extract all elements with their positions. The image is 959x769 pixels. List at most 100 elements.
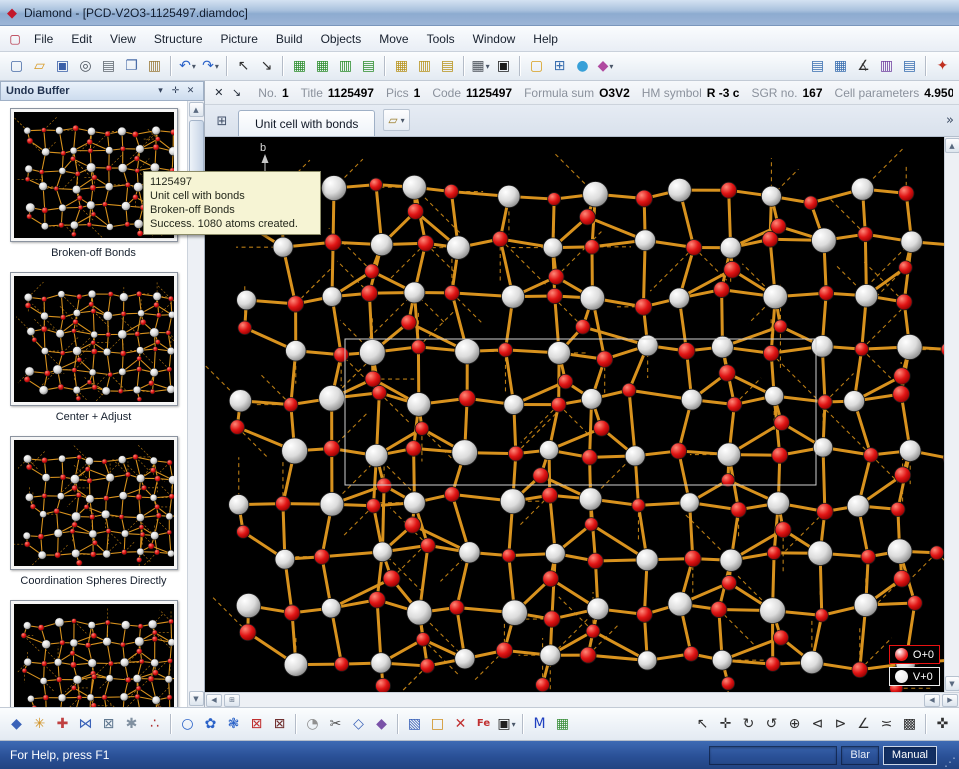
- redo-icon[interactable]: ↷▾: [199, 55, 222, 77]
- undo-thumbnail[interactable]: [10, 272, 178, 406]
- cell-edges-icon[interactable]: □: [426, 713, 449, 735]
- menu-help[interactable]: Help: [524, 28, 567, 50]
- walk-icon[interactable]: ✜: [931, 713, 954, 735]
- menu-edit[interactable]: Edit: [62, 28, 101, 50]
- menu-structure[interactable]: Structure: [145, 28, 212, 50]
- build-molecule-icon[interactable]: ◆: [5, 713, 28, 735]
- scroll-down-icon[interactable]: ▼: [189, 691, 204, 706]
- save-icon[interactable]: ▣: [51, 55, 74, 77]
- sphere-view-icon[interactable]: ●: [571, 55, 594, 77]
- undo-buffer-item[interactable]: [0, 600, 187, 707]
- destroy-all-icon[interactable]: ⊠: [268, 713, 291, 735]
- perspective-icon[interactable]: ▩: [898, 713, 921, 735]
- new-document-icon[interactable]: ▢: [5, 55, 28, 77]
- undo-thumbnail[interactable]: [10, 436, 178, 570]
- canvas-hscrollbar[interactable]: ◀ ⊞ ◀ ▶: [205, 692, 959, 707]
- data-brief-icon[interactable]: ▦: [311, 55, 334, 77]
- goto-structure-icon[interactable]: ↘: [229, 84, 245, 101]
- dropdown-arrow-icon[interactable]: ▾: [512, 720, 516, 729]
- scroll-left-icon[interactable]: ◀: [924, 694, 940, 707]
- coordination-sphere-icon[interactable]: ○: [176, 713, 199, 735]
- tile-views-icon[interactable]: ⊞: [212, 111, 232, 131]
- report-icon[interactable]: ▤: [806, 55, 829, 77]
- split-view-icon[interactable]: ⊞: [548, 55, 571, 77]
- cell-box-icon[interactable]: ▧: [403, 713, 426, 735]
- select-pointer-icon[interactable]: ↖: [691, 713, 714, 735]
- scroll-up-icon[interactable]: ▲: [189, 102, 204, 117]
- table-view-icon[interactable]: ▦: [551, 713, 574, 735]
- data-sheet-icon[interactable]: ▥: [334, 55, 357, 77]
- zoom-out-icon[interactable]: ⊲: [806, 713, 829, 735]
- scroll-down-icon[interactable]: ▼: [945, 676, 959, 691]
- dropdown-arrow-icon[interactable]: ▾: [215, 62, 219, 71]
- data-table-icon[interactable]: ▦: [288, 55, 311, 77]
- undo-icon[interactable]: ↶▾: [176, 55, 199, 77]
- rotate-xyz-icon[interactable]: ⊕: [783, 713, 806, 735]
- network-icon[interactable]: ❃: [222, 713, 245, 735]
- menu-move[interactable]: Move: [370, 28, 417, 50]
- pin-icon[interactable]: ✛: [168, 84, 183, 98]
- parameter-list-icon[interactable]: ▤: [436, 55, 459, 77]
- move-icon[interactable]: ✛: [714, 713, 737, 735]
- add-all-atoms-icon[interactable]: ✳: [28, 713, 51, 735]
- dropdown-arrow-icon[interactable]: ▾: [609, 62, 613, 71]
- add-atom-icon[interactable]: ✚: [51, 713, 74, 735]
- remove-cell-icon[interactable]: ✕: [449, 713, 472, 735]
- create-bonds-icon[interactable]: ⋈: [74, 713, 97, 735]
- slab-icon[interactable]: ◔: [301, 713, 324, 735]
- status-cell-manual[interactable]: Manual: [883, 746, 937, 765]
- paste-icon[interactable]: ▥: [143, 55, 166, 77]
- polyhedra-filled-icon[interactable]: ◆: [370, 713, 393, 735]
- close-icon[interactable]: ✕: [183, 84, 198, 98]
- distances-table-icon[interactable]: ▦: [829, 55, 852, 77]
- chevron-down-icon[interactable]: ▾: [153, 84, 168, 98]
- render-mode-icon[interactable]: ◆▾: [594, 55, 617, 77]
- canvas-vscrollbar[interactable]: ▲ ▼: [944, 137, 959, 692]
- resize-grip-icon[interactable]: ⋰: [941, 741, 959, 769]
- data-list-icon[interactable]: ▤: [357, 55, 380, 77]
- menu-picture[interactable]: Picture: [212, 28, 267, 50]
- measure-angle-icon[interactable]: ∠: [852, 713, 875, 735]
- print-icon[interactable]: ▤: [97, 55, 120, 77]
- menu-tools[interactable]: Tools: [418, 28, 464, 50]
- open-icon[interactable]: ▱: [28, 55, 51, 77]
- scroll-right-icon[interactable]: ▶: [942, 694, 958, 707]
- undo-buffer-item[interactable]: Coordination Spheres Directly: [0, 436, 187, 587]
- rotate-ccw-icon[interactable]: ↺: [760, 713, 783, 735]
- measure-icon[interactable]: M: [528, 713, 551, 735]
- destroy-icon[interactable]: ⊠: [245, 713, 268, 735]
- powder-pattern-icon[interactable]: ▥: [875, 55, 898, 77]
- scroll-up-icon[interactable]: ▲: [945, 138, 959, 153]
- dropdown-arrow-icon[interactable]: ▾: [486, 62, 490, 71]
- menu-window[interactable]: Window: [464, 28, 525, 50]
- polyhedra-icon[interactable]: ◇: [347, 713, 370, 735]
- menu-view[interactable]: View: [101, 28, 145, 50]
- new-picture-icon[interactable]: ▢: [525, 55, 548, 77]
- parameter-sheet-icon[interactable]: ▥: [413, 55, 436, 77]
- menu-objects[interactable]: Objects: [312, 28, 371, 50]
- tab-overflow-icon[interactable]: »: [946, 113, 954, 128]
- properties-icon[interactable]: ▤: [898, 55, 921, 77]
- close-structure-icon[interactable]: ✕: [211, 84, 227, 101]
- zoom-in-icon[interactable]: ⊳: [829, 713, 852, 735]
- structure-grid-icon[interactable]: ▦▾: [469, 55, 492, 77]
- undo-buffer-item[interactable]: Center + Adjust: [0, 272, 187, 423]
- viewing-direction-icon[interactable]: ≍: [875, 713, 898, 735]
- fill-cell-icon[interactable]: ⊠: [97, 713, 120, 735]
- copy-icon[interactable]: ❐: [120, 55, 143, 77]
- new-picture-tab-button[interactable]: ▱ ▾: [383, 109, 409, 131]
- expand-sphere-icon[interactable]: ✿: [199, 713, 222, 735]
- element-symbol-icon[interactable]: Fe: [472, 713, 495, 735]
- dropdown-arrow-icon[interactable]: ▾: [192, 62, 196, 71]
- grid-toggle-icon[interactable]: ⊞: [224, 694, 240, 707]
- pointer-icon[interactable]: ↖: [232, 55, 255, 77]
- tab-unit-cell-with-bonds[interactable]: Unit cell with bonds: [238, 110, 375, 136]
- connectivity-icon[interactable]: ∴: [143, 713, 166, 735]
- angles-icon[interactable]: ∡: [852, 55, 875, 77]
- goto-target-icon[interactable]: ↘: [255, 55, 278, 77]
- rotate-cw-icon[interactable]: ↻: [737, 713, 760, 735]
- undo-thumbnail[interactable]: [10, 600, 178, 707]
- parameter-table-icon[interactable]: ▦: [390, 55, 413, 77]
- packing-icon[interactable]: ✱: [120, 713, 143, 735]
- picture-view-icon[interactable]: ▣: [492, 55, 515, 77]
